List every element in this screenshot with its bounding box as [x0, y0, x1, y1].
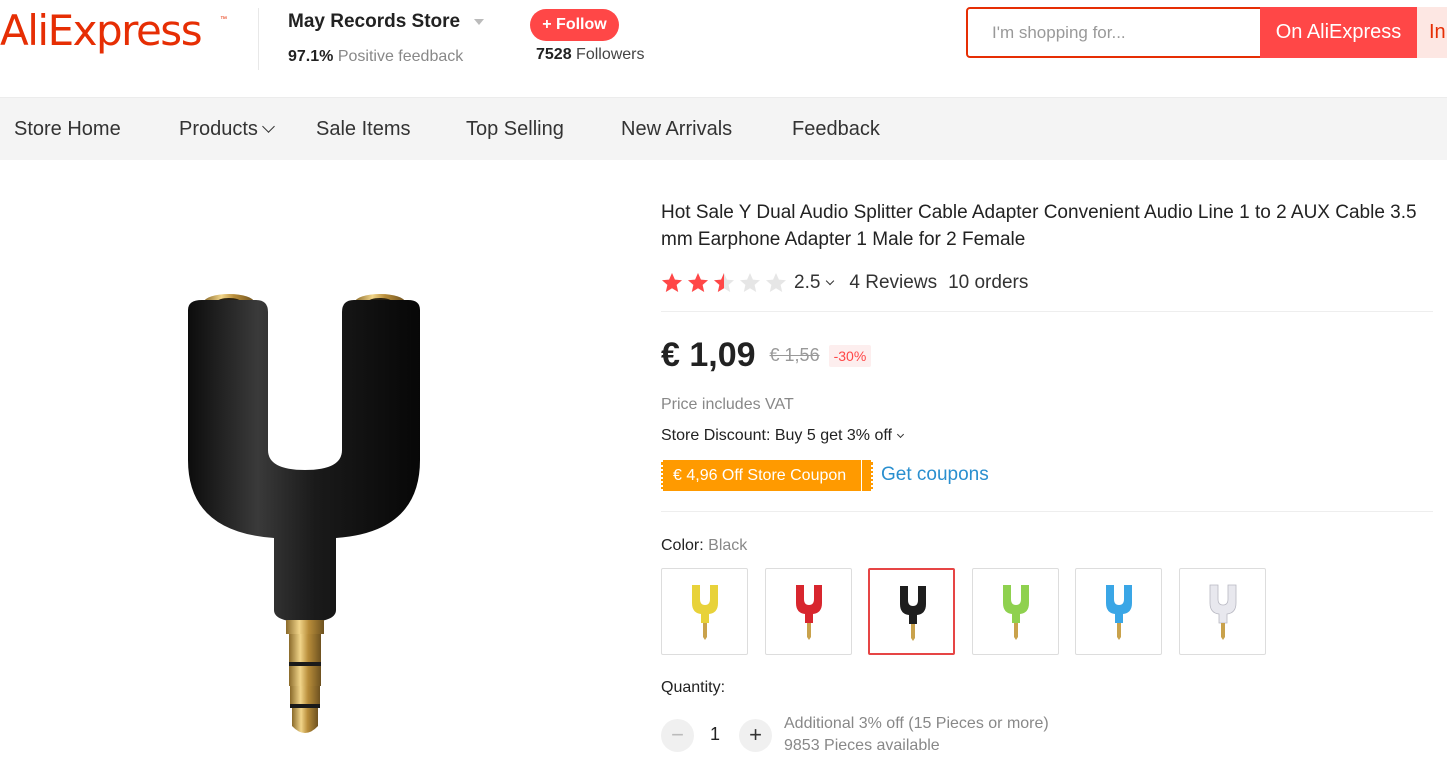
search-in-store-button[interactable]: In — [1417, 7, 1447, 58]
color-swatch-black[interactable] — [868, 568, 956, 655]
color-label: Color: Black — [661, 537, 747, 555]
star-icon — [765, 272, 791, 294]
caret-down-icon[interactable] — [474, 19, 484, 25]
nav-products[interactable]: Products — [179, 118, 275, 141]
rating-value[interactable]: 2.5 — [794, 272, 820, 294]
nav-new-arrivals[interactable]: New Arrivals — [621, 118, 732, 141]
star-icon — [661, 272, 687, 294]
store-coupon[interactable]: € 4,96 Off Store Coupon — [661, 460, 873, 491]
product-main-image[interactable] — [150, 270, 470, 750]
discount-badge: -30% — [828, 344, 872, 367]
quantity-label: Quantity: — [661, 679, 726, 696]
logo-trademark: ™ — [220, 16, 227, 23]
followers-number: 7528 — [536, 46, 572, 63]
quantity-increase-button[interactable]: + — [739, 719, 772, 752]
chevron-down-icon — [896, 430, 904, 439]
color-swatch-yellow[interactable] — [661, 568, 748, 655]
bulk-discount-note: Additional 3% off (15 Pieces or more) — [784, 715, 1049, 732]
followers-label: Followers — [576, 46, 645, 63]
quantity-value[interactable]: 1 — [700, 724, 730, 745]
aliexpress-logo[interactable]: AliExpress — [0, 6, 203, 55]
star-icon — [739, 272, 765, 294]
star-icon — [687, 272, 713, 294]
search-input[interactable] — [970, 11, 1258, 54]
divider — [661, 311, 1433, 312]
y-splitter-thumbnail-icon — [692, 585, 718, 640]
followers-count: 7528 Followers — [536, 46, 645, 64]
store-name[interactable]: May Records Store — [288, 11, 460, 33]
follow-button[interactable]: + Follow — [530, 9, 619, 41]
feedback-percent: 97.1% — [288, 48, 334, 65]
y-splitter-thumbnail-icon — [1106, 585, 1133, 640]
color-swatch-green[interactable] — [971, 568, 1059, 655]
y-splitter-image — [188, 294, 420, 733]
store-discount-label: Store Discount: Buy 5 get 3% off — [661, 427, 892, 444]
chevron-down-icon — [262, 120, 275, 133]
rating-row: 2.5 4 Reviews 10 orders — [661, 270, 1028, 296]
original-price: € 1,56 — [769, 345, 820, 365]
color-swatch-white[interactable] — [1179, 568, 1266, 655]
divider — [661, 511, 1433, 512]
color-swatch-red[interactable] — [764, 568, 852, 655]
y-splitter-thumbnail-icon — [900, 586, 927, 641]
y-splitter-thumbnail-icon — [1209, 584, 1237, 640]
orders-count: 10 orders — [948, 272, 1029, 293]
star-icon — [713, 272, 739, 294]
color-label-text: Color: — [661, 537, 704, 554]
chevron-down-icon[interactable] — [826, 276, 835, 286]
coupon-edge — [861, 460, 862, 491]
product-title: Hot Sale Y Dual Audio Splitter Cable Ada… — [661, 202, 1417, 250]
store-feedback: 97.1% Positive feedback — [288, 48, 463, 66]
y-splitter-thumbnail-icon — [795, 585, 822, 640]
reviews-link[interactable]: 4 Reviews — [849, 272, 937, 294]
price-row: € 1,09 € 1,56 -30% — [661, 336, 872, 375]
store-discount[interactable]: Store Discount: Buy 5 get 3% off — [661, 427, 904, 445]
header-divider — [258, 8, 259, 70]
store-nav: Store Home Products Sale Items Top Selli… — [0, 97, 1447, 160]
nav-feedback[interactable]: Feedback — [792, 118, 880, 141]
quantity-decrease-button[interactable]: − — [661, 719, 694, 752]
search-on-aliexpress-button[interactable]: On AliExpress — [1260, 7, 1417, 58]
current-price: € 1,09 — [661, 336, 756, 374]
nav-sale-items[interactable]: Sale Items — [316, 118, 410, 141]
star-rating[interactable] — [661, 272, 791, 294]
nav-products-label: Products — [179, 118, 258, 140]
nav-store-home[interactable]: Store Home — [14, 118, 121, 141]
y-splitter-thumbnail-icon — [1002, 585, 1029, 640]
nav-top-selling[interactable]: Top Selling — [466, 118, 564, 141]
store-header: AliExpress ™ May Records Store 97.1% Pos… — [0, 0, 1447, 97]
feedback-label: Positive feedback — [337, 48, 464, 65]
color-swatch-blue[interactable] — [1075, 568, 1163, 655]
vat-note: Price includes VAT — [661, 396, 794, 413]
search-bar: On AliExpress In — [966, 7, 1447, 58]
stock-available: 9853 Pieces available — [784, 737, 940, 754]
get-coupons-link[interactable]: Get coupons — [881, 464, 989, 486]
color-selected: Black — [708, 537, 748, 554]
